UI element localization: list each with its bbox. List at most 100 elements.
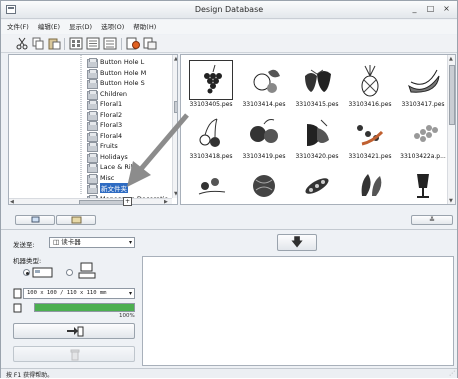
properties-icon[interactable] bbox=[126, 37, 140, 50]
tree-folder-label: Button Hole L bbox=[100, 58, 145, 66]
transfer-status-icon bbox=[13, 303, 22, 313]
scrollbar-thumb[interactable] bbox=[449, 65, 455, 125]
melon-icon bbox=[253, 175, 275, 197]
design-filename: 33103420.pes bbox=[295, 153, 339, 160]
maximize-button[interactable]: □ bbox=[426, 4, 435, 13]
collapse-panel-button[interactable]: ≚ bbox=[411, 215, 453, 225]
destination-select[interactable]: ◫ 读卡器 ▾ bbox=[49, 237, 135, 248]
menu-options[interactable]: 选项(O) bbox=[101, 20, 124, 34]
copy-icon[interactable] bbox=[31, 37, 45, 50]
design-thumbnail[interactable]: 33103405.pes bbox=[185, 59, 237, 109]
apples-icon bbox=[250, 119, 278, 143]
berries-icon bbox=[307, 119, 329, 146]
tree-folder-item[interactable]: Button Hole M bbox=[87, 68, 146, 79]
wine-icon bbox=[417, 174, 429, 198]
window-title: Design Database bbox=[194, 5, 264, 14]
pineapple-icon bbox=[361, 65, 379, 97]
resize-grip-icon[interactable]: ⋰ bbox=[449, 370, 455, 377]
tree-connector-lines bbox=[80, 55, 82, 195]
design-filename: 33103405.pes bbox=[189, 101, 233, 108]
design-filename: 33103421.pes bbox=[348, 153, 392, 160]
design-thumbnail[interactable]: 33103421.pes bbox=[344, 111, 396, 161]
tree-folder-item[interactable]: Floral4 bbox=[87, 131, 122, 142]
computer-view-button[interactable] bbox=[15, 215, 55, 225]
embroidery-machine-icon bbox=[32, 267, 53, 278]
folder-icon bbox=[87, 152, 98, 163]
tree-folder-label: Children bbox=[100, 89, 128, 98]
design-thumbnail[interactable]: 33103416.pes bbox=[344, 59, 396, 109]
tree-folder-label: Button Hole S bbox=[100, 79, 145, 87]
tree-folder-item[interactable]: Button Hole S bbox=[87, 78, 145, 89]
folder-icon bbox=[87, 58, 98, 68]
dropdown-arrow-icon: ▾ bbox=[128, 290, 132, 297]
scroll-left-icon[interactable]: ◀ bbox=[10, 199, 14, 204]
tree-folder-label: Misc bbox=[100, 173, 115, 182]
tree-folder-item[interactable]: Children bbox=[87, 89, 128, 100]
delete-button[interactable] bbox=[13, 346, 135, 362]
tree-folder-item[interactable]: Misc bbox=[87, 173, 115, 184]
design-filename: 33103419.pes bbox=[242, 153, 286, 160]
list-view-icon[interactable] bbox=[103, 37, 117, 50]
cut-icon[interactable] bbox=[15, 37, 29, 50]
design-thumbnail[interactable]: 33103424a.p... bbox=[238, 163, 290, 204]
menu-display[interactable]: 显示(D) bbox=[69, 20, 92, 34]
scroll-up-icon[interactable]: ▲ bbox=[174, 56, 177, 62]
machine-type-radio-2[interactable] bbox=[66, 269, 73, 276]
tree-folder-item[interactable]: Fruits bbox=[87, 141, 118, 152]
design-thumbnail-grid[interactable]: 33103405.pes 33103414.pes 33103415.pes 3310… bbox=[180, 54, 456, 205]
design-thumbnail[interactable]: 33103417.pes bbox=[397, 59, 449, 109]
scroll-right-icon[interactable]: ▶ bbox=[164, 199, 168, 204]
thumbnails-vertical-scrollbar[interactable]: ▲ ▼ bbox=[447, 55, 455, 204]
folder-icon bbox=[87, 121, 98, 131]
tree-folder-item[interactable]: Floral2 bbox=[87, 110, 122, 121]
machine-type-radio-1[interactable] bbox=[23, 269, 30, 276]
menu-edit[interactable]: 编辑(E) bbox=[38, 20, 60, 34]
grapes-icon bbox=[189, 60, 233, 100]
folder-icon bbox=[87, 110, 98, 121]
tree-folder-label: Fruits bbox=[100, 142, 118, 150]
transfer-button[interactable] bbox=[13, 323, 135, 339]
paste-icon[interactable] bbox=[47, 37, 61, 50]
minimize-button[interactable]: _ bbox=[410, 4, 419, 13]
write-to-card-button[interactable]: 🡇 bbox=[277, 234, 317, 251]
open-folder-icon[interactable] bbox=[143, 37, 157, 50]
close-button[interactable]: × bbox=[442, 4, 451, 13]
scroll-down-icon[interactable]: ▼ bbox=[174, 191, 177, 197]
strawberries-icon bbox=[305, 69, 331, 92]
design-thumbnail[interactable]: 33103424b.p... bbox=[291, 163, 343, 204]
destination-value: 读卡器 bbox=[61, 238, 81, 246]
design-thumbnail[interactable]: 33103422a.p... bbox=[397, 111, 449, 161]
design-filename: 33103415.pes bbox=[295, 101, 339, 108]
folder-icon bbox=[87, 184, 98, 194]
tree-folder-item[interactable]: Floral1 bbox=[87, 99, 122, 110]
tree-horizontal-scrollbar[interactable]: ◀ ▶ bbox=[9, 198, 172, 204]
machine-type-label: 机器类型: bbox=[13, 257, 42, 265]
small-icons-view-icon[interactable] bbox=[86, 37, 100, 50]
design-thumbnail[interactable]: 33103424c.p... bbox=[344, 163, 396, 204]
tree-folder-item[interactable]: Button Hole L bbox=[87, 57, 145, 68]
hoop-size-select[interactable]: 100 x 100 / 110 x 110 mm ▾ bbox=[23, 288, 135, 299]
folder-icon bbox=[87, 68, 98, 79]
menu-file[interactable]: 文件(F) bbox=[7, 20, 29, 34]
design-thumbnail[interactable]: 33103419.pes bbox=[238, 111, 290, 161]
folder-view-button[interactable] bbox=[56, 215, 96, 225]
scroll-up-icon[interactable]: ▲ bbox=[449, 56, 453, 62]
arrow-down-icon: 🡇 bbox=[290, 235, 304, 249]
large-icons-view-icon[interactable] bbox=[69, 37, 83, 50]
tree-folder-item[interactable]: Floral3 bbox=[87, 120, 123, 131]
card-contents-area[interactable] bbox=[142, 256, 454, 366]
design-filename: 33103417.pes bbox=[401, 101, 445, 108]
design-thumbnail[interactable]: 33103420.pes bbox=[291, 111, 343, 161]
design-thumbnail[interactable]: 33103414.pes bbox=[238, 59, 290, 109]
design-thumbnail[interactable]: 33103415.pes bbox=[291, 59, 343, 109]
toolbar-separator bbox=[121, 38, 122, 50]
folder-icon bbox=[87, 142, 98, 152]
drag-arrow-icon bbox=[127, 113, 189, 187]
scroll-down-icon[interactable]: ▼ bbox=[449, 198, 453, 204]
tree-folder-label: Floral3 bbox=[100, 121, 123, 129]
scrollbar-thumb[interactable] bbox=[79, 200, 129, 204]
design-thumbnail[interactable]: no14_1.pes bbox=[397, 163, 449, 204]
bananas-icon bbox=[408, 69, 440, 93]
design-filename: 33103414.pes bbox=[242, 101, 286, 108]
menu-help[interactable]: 帮助(H) bbox=[133, 20, 156, 34]
